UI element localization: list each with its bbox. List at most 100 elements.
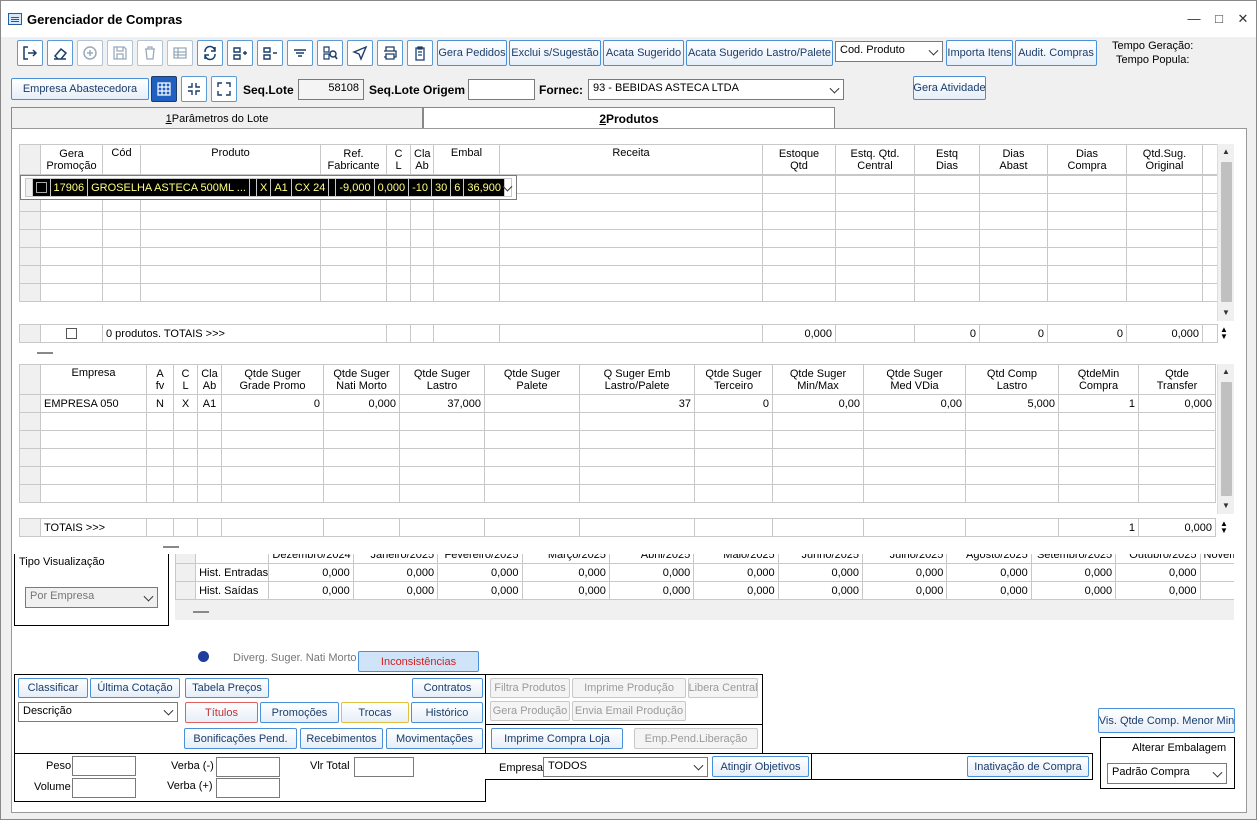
inativacao-compra-button[interactable]: Inativação de Compra [967, 756, 1089, 777]
embalagem-select[interactable]: Padrão Compra [1107, 763, 1227, 784]
audit-compras-button[interactable]: Audit. Compras [1015, 40, 1097, 66]
vlr-total-input[interactable] [354, 757, 414, 777]
col-produto[interactable]: Produto [140, 144, 321, 175]
classificar-button[interactable]: Classificar [18, 678, 88, 698]
col-claab2[interactable]: Cla Ab [197, 364, 222, 395]
acata-sugerido-lastro-button[interactable]: Acata Sugerido Lastro/Palete [686, 40, 833, 66]
empresa-select[interactable]: TODOS [543, 757, 708, 777]
table-row[interactable] [19, 466, 1216, 485]
col-comp-lastro[interactable]: Qtd Comp Lastro [965, 364, 1059, 395]
fornecedor-select[interactable]: 93 - BEBIDAS ASTECA LTDA [588, 79, 844, 100]
table-row[interactable]: Hist. Entradas 0,000 0,000 0,000 0,000 0… [175, 563, 1234, 582]
historico-button[interactable]: Histórico [411, 702, 483, 723]
col-dias-compra[interactable]: Dias Compra [1047, 144, 1127, 175]
sort-field-select[interactable]: Cod. Produto [835, 41, 943, 62]
tab-produtos[interactable]: 2 Produtos [423, 107, 835, 129]
table-row[interactable] [19, 448, 1216, 467]
verba-menos-input[interactable] [216, 757, 280, 777]
gera-pedidos-button[interactable]: Gera Pedidos [437, 40, 507, 66]
produtos-grid-scrollbar[interactable]: ▲ ▼ [1217, 144, 1234, 321]
col-terceiro[interactable]: Qtde Suger Terceiro [694, 364, 773, 395]
envia-email-producao-button[interactable]: Envia Email Produção [572, 701, 686, 721]
table-row[interactable] [19, 247, 1218, 266]
seq-lote-input[interactable]: 58108 [298, 79, 364, 100]
ultima-cotacao-button[interactable]: Última Cotação [90, 678, 180, 698]
col-empresa[interactable]: Empresa [40, 364, 147, 395]
gera-producao-button[interactable]: Gera Produção [490, 701, 570, 721]
col-afv[interactable]: A fv [146, 364, 174, 395]
bonificacoes-button[interactable]: Bonificações Pend. [184, 728, 297, 749]
tipo-visualizacao-select[interactable]: Por Empresa [25, 587, 158, 608]
table-icon[interactable] [167, 40, 193, 66]
col-palete[interactable]: Qtde Suger Palete [484, 364, 580, 395]
movimentacoes-button[interactable]: Movimentações [386, 728, 483, 749]
col-estq-dias[interactable]: Estq Dias [914, 144, 980, 175]
scroll-up-icon[interactable]: ▲ [1218, 144, 1234, 160]
col-receita[interactable]: Receita [499, 144, 763, 175]
scroll-down-icon[interactable]: ▼ [1218, 498, 1234, 514]
table-row[interactable] [19, 229, 1218, 248]
imprime-compra-loja-button[interactable]: Imprime Compra Loja [491, 728, 623, 749]
table-row[interactable]: Hist. Saídas 0,000 0,000 0,000 0,000 0,0… [175, 581, 1234, 600]
volume-input[interactable] [72, 778, 136, 798]
table-row[interactable] [19, 265, 1218, 284]
filtra-produtos-button[interactable]: Filtra Produtos [490, 678, 570, 698]
empresas-grid-scrollbar[interactable]: ▲ ▼ [1217, 364, 1234, 514]
table-row[interactable]: EMPRESA 050 N X A1 0 0,000 37,000 37 0 0… [19, 394, 1216, 413]
tab-parametros-lote[interactable]: 1 Parâmetros do Lote [11, 107, 423, 129]
splitter-handle[interactable] [37, 352, 53, 354]
gera-promocao-checkbox[interactable] [31, 178, 51, 197]
clipboard-icon[interactable] [407, 40, 433, 66]
totals-checkbox[interactable] [40, 324, 103, 343]
totals2-spin-icon[interactable]: ▲ ▼ [1220, 520, 1228, 535]
recebimentos-button[interactable]: Recebimentos [300, 728, 383, 749]
splitter-handle-3[interactable] [193, 611, 209, 613]
imprime-producao-button[interactable]: Imprime Produção [572, 678, 686, 698]
col-embal[interactable]: Embal [433, 144, 500, 175]
scroll-down-icon[interactable]: ▼ [1218, 305, 1234, 321]
col-gera-promocao[interactable]: Gera Promoção [40, 144, 103, 175]
trocas-button[interactable]: Trocas [341, 702, 409, 723]
scroll-thumb[interactable] [1221, 382, 1232, 496]
atingir-objetivos-button[interactable]: Atingir Objetivos [712, 756, 809, 777]
close-button[interactable]: ✕ [1233, 9, 1253, 29]
table-row[interactable] [19, 430, 1216, 449]
refresh-icon[interactable] [197, 40, 223, 66]
seq-lote-origem-input[interactable] [468, 79, 535, 100]
save-icon[interactable] [107, 40, 133, 66]
inconsistencias-button[interactable]: Inconsistências [358, 651, 479, 672]
gera-atividade-button[interactable]: Gera Atividade [913, 76, 986, 100]
filter-icon[interactable] [287, 40, 313, 66]
minimize-button[interactable]: — [1184, 9, 1204, 29]
promocoes-button[interactable]: Promoções [260, 702, 339, 723]
col-qtd-sug-original[interactable]: Qtd.Sug. Original [1126, 144, 1203, 175]
add-list-icon[interactable] [227, 40, 253, 66]
eraser-icon[interactable] [47, 40, 73, 66]
libera-central-button[interactable]: Libera Central [688, 678, 758, 698]
col-cl[interactable]: C L [386, 144, 411, 175]
expand-icon[interactable] [211, 76, 237, 102]
empresa-abastecedora-button[interactable]: Empresa Abastecedora [11, 78, 149, 100]
col-cl2[interactable]: C L [173, 364, 198, 395]
print-icon[interactable] [377, 40, 403, 66]
col-min-max[interactable]: Qtde Suger Min/Max [772, 364, 864, 395]
totals-spin-icon[interactable]: ▲ ▼ [1220, 326, 1228, 341]
col-lastro[interactable]: Qtde Suger Lastro [399, 364, 485, 395]
table-row[interactable]: 17906 GROSELHA ASTECA 500ML ... X A1 CX … [19, 175, 518, 200]
acata-sugerido-button[interactable]: Acata Sugerido [603, 40, 684, 66]
col-ref-fabricante[interactable]: Ref. Fabricante [320, 144, 387, 175]
send-icon[interactable] [347, 40, 373, 66]
table-row[interactable] [19, 412, 1216, 431]
emp-pend-liberacao-button[interactable]: Emp.Pend.Liberação [634, 728, 758, 749]
collapse-icon[interactable] [181, 76, 207, 102]
exclui-sugestao-button[interactable]: Exclui s/Sugestão [509, 40, 601, 66]
trash-icon[interactable] [137, 40, 163, 66]
splitter-handle-2[interactable] [163, 546, 179, 548]
vis-qtde-comp-button[interactable]: Vis. Qtde Comp. Menor Min [1098, 708, 1235, 733]
table-row[interactable] [19, 211, 1218, 230]
col-med-vdia[interactable]: Qtde Suger Med VDia [863, 364, 966, 395]
table-row[interactable] [19, 283, 1218, 302]
peso-input[interactable] [72, 756, 136, 776]
scroll-up-icon[interactable]: ▲ [1218, 364, 1234, 380]
col-nati-morto[interactable]: Qtde Suger Nati Morto [323, 364, 400, 395]
